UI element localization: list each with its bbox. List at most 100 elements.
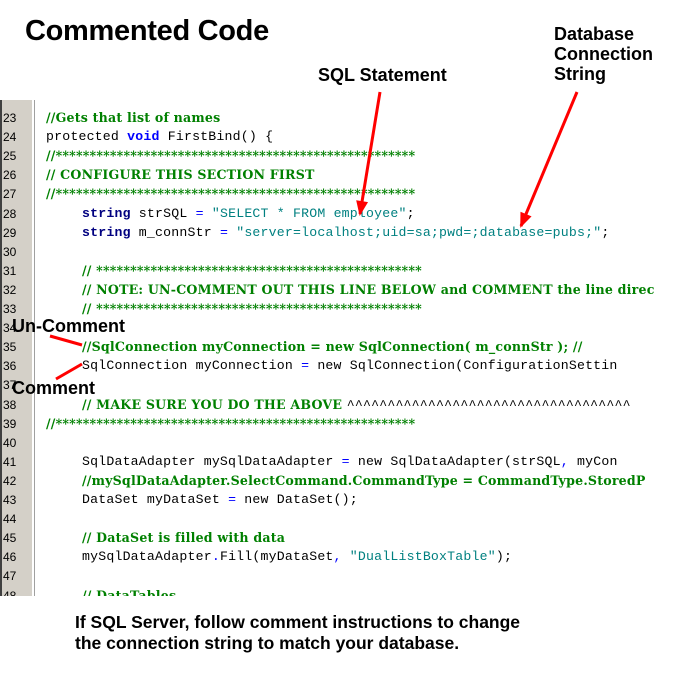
- code-line: 24 protected void FirstBind() {: [0, 128, 676, 147]
- code-token: string: [82, 205, 131, 221]
- code-token: // CONFIGURE THIS SECTION FIRST: [46, 167, 315, 183]
- line-number: 27: [3, 187, 17, 202]
- code-token: new SqlDataAdapter(strSQL: [349, 453, 561, 469]
- footer-note: If SQL Server, follow comment instructio…: [75, 612, 520, 654]
- code-line: 31 // ***********************************…: [0, 262, 676, 281]
- code-text: //**************************************…: [46, 416, 415, 432]
- code-token: //mySqlDataAdapter.SelectCommand.Command…: [82, 472, 646, 488]
- code-line: 23 //Gets that list of names: [0, 109, 676, 128]
- code-text: //**************************************…: [46, 148, 415, 164]
- comment-callout: Comment: [12, 378, 96, 398]
- code-token: ;: [601, 224, 610, 240]
- line-number: 46: [3, 550, 17, 565]
- code-line: 26 // CONFIGURE THIS SECTION FIRST: [0, 166, 676, 185]
- db-label-line-3: String: [554, 64, 606, 84]
- code-token: //Gets that list of names: [46, 110, 221, 125]
- code-line: 45 // DataSet is filled with data: [0, 529, 676, 548]
- code-line: 25 //************************************…: [0, 147, 676, 166]
- footer-note-line-1: If SQL Server, follow comment instructio…: [75, 612, 521, 632]
- db-label-line-1: Database: [554, 24, 635, 44]
- code-text: SqlConnection myConnection = new SqlConn…: [82, 358, 618, 373]
- code-line: 29 string m_connStr = "server=localhost;u…: [0, 224, 676, 243]
- code-line: 39 //************************************…: [0, 415, 676, 434]
- code-token: myCon: [568, 453, 618, 469]
- line-number: 26: [3, 168, 17, 183]
- line-number: 25: [3, 149, 17, 164]
- code-text: // CONFIGURE THIS SECTION FIRST: [46, 167, 315, 183]
- code-token: // DataTables: [82, 587, 177, 597]
- line-number: 48: [3, 588, 17, 597]
- line-number: 47: [3, 569, 17, 584]
- code-token: "server=localhost;uid=sa;pwd=;database=p…: [236, 224, 602, 240]
- code-token: ;: [406, 205, 415, 221]
- code-token: // *************************************…: [82, 262, 422, 278]
- un-comment-callout: Un-Comment: [12, 316, 125, 336]
- code-token: =: [228, 492, 237, 507]
- code-line: 40: [0, 434, 676, 453]
- code-text: SqlDataAdapter mySqlDataAdapter = new Sq…: [82, 454, 618, 469]
- code-token: =: [195, 205, 204, 221]
- code-token: m_connStr: [130, 224, 220, 240]
- code-text: protected void FirstBind() {: [46, 129, 273, 144]
- code-text: string strSQL = "SELECT * FROM employee"…: [82, 206, 415, 221]
- code-token: "SELECT * FROM employee": [211, 205, 407, 221]
- line-number: 43: [3, 493, 17, 507]
- line-number: 40: [3, 435, 17, 450]
- code-token: SqlConnection myConnection: [82, 358, 302, 374]
- code-token: // MAKE SURE YOU DO THE ABOVE: [82, 396, 347, 412]
- code-token: //SqlConnection myConnection = new SqlCo…: [82, 339, 583, 355]
- code-text: //Gets that list of names: [46, 110, 220, 126]
- line-number: 31: [3, 263, 17, 278]
- code-text: mySqlDataAdapter.Fill(myDataSet, "DualLi…: [82, 549, 512, 564]
- code-token: Fill(myDataSet: [219, 549, 334, 565]
- line-number: 38: [3, 397, 17, 412]
- code-token: );: [495, 549, 513, 565]
- code-token: // *************************************…: [82, 301, 422, 316]
- code-line: 32 // NOTE: UN-COMMENT OUT THIS LINE BELO…: [0, 281, 676, 300]
- code-token: SqlDataAdapter mySqlDataAdapter: [82, 453, 342, 469]
- line-number: 42: [3, 473, 17, 488]
- code-text: // NOTE: UN-COMMENT OUT THIS LINE BELOW …: [82, 282, 655, 298]
- code-line: 43 DataSet myDataSet = new DataSet();: [0, 491, 676, 510]
- code-token: new DataSet();: [236, 492, 358, 507]
- line-number: 36: [3, 359, 17, 374]
- code-line: 35 //SqlConnection myConnection = new Sql…: [0, 338, 676, 357]
- line-number: 41: [3, 454, 17, 469]
- code-editor[interactable]: 23 //Gets that list of names 24 protected v…: [0, 100, 676, 596]
- db-label-line-2: Connection: [554, 44, 653, 64]
- code-line: 46 mySqlDataAdapter.Fill(myDataSet, "Dual…: [0, 548, 676, 567]
- code-token: ,: [333, 549, 342, 565]
- line-number: 24: [3, 130, 17, 145]
- code-line: 44: [0, 510, 676, 529]
- code-line: 30: [0, 243, 676, 262]
- code-token: //**************************************…: [46, 148, 416, 164]
- code-token: =: [219, 224, 229, 240]
- line-number: 32: [3, 282, 17, 297]
- code-text: // *************************************…: [82, 301, 422, 317]
- code-token: // DataSet is filled with data: [82, 530, 286, 546]
- code-token: // NOTE: UN-COMMENT OUT THIS LINE BELOW …: [82, 281, 655, 297]
- code-text: //mySqlDataAdapter.SelectCommand.Command…: [82, 473, 646, 489]
- code-token: string: [82, 224, 131, 240]
- code-token: protected: [46, 129, 128, 145]
- line-number: 39: [3, 416, 17, 431]
- code-text: // DataSet is filled with data: [82, 530, 285, 546]
- code-token: =: [341, 453, 350, 469]
- code-token: DataSet myDataSet: [82, 492, 229, 507]
- db-connection-string-label: Database Connection String: [554, 24, 653, 84]
- code-text: // DataTables: [82, 588, 176, 597]
- code-token: =: [301, 358, 310, 374]
- code-token: ^^^^^^^^^^^^^^^^^^^^^^^^^^^^^^^^^^^: [346, 397, 631, 413]
- code-text: //SqlConnection myConnection = new SqlCo…: [82, 339, 583, 355]
- code-text: // MAKE SURE YOU DO THE ABOVE ^^^^^^^^^^…: [82, 397, 631, 413]
- code-token: mySqlDataAdapter: [82, 549, 212, 565]
- code-line: 28 string strSQL = "SELECT * FROM employe…: [0, 205, 676, 224]
- line-number: 45: [3, 531, 17, 546]
- code-line: 37: [0, 376, 676, 395]
- footer-note-line-2: the connection string to match your data…: [75, 633, 460, 653]
- code-token: "DualListBoxTable": [349, 549, 496, 565]
- code-line: 47: [0, 567, 676, 586]
- line-number: 28: [3, 206, 17, 221]
